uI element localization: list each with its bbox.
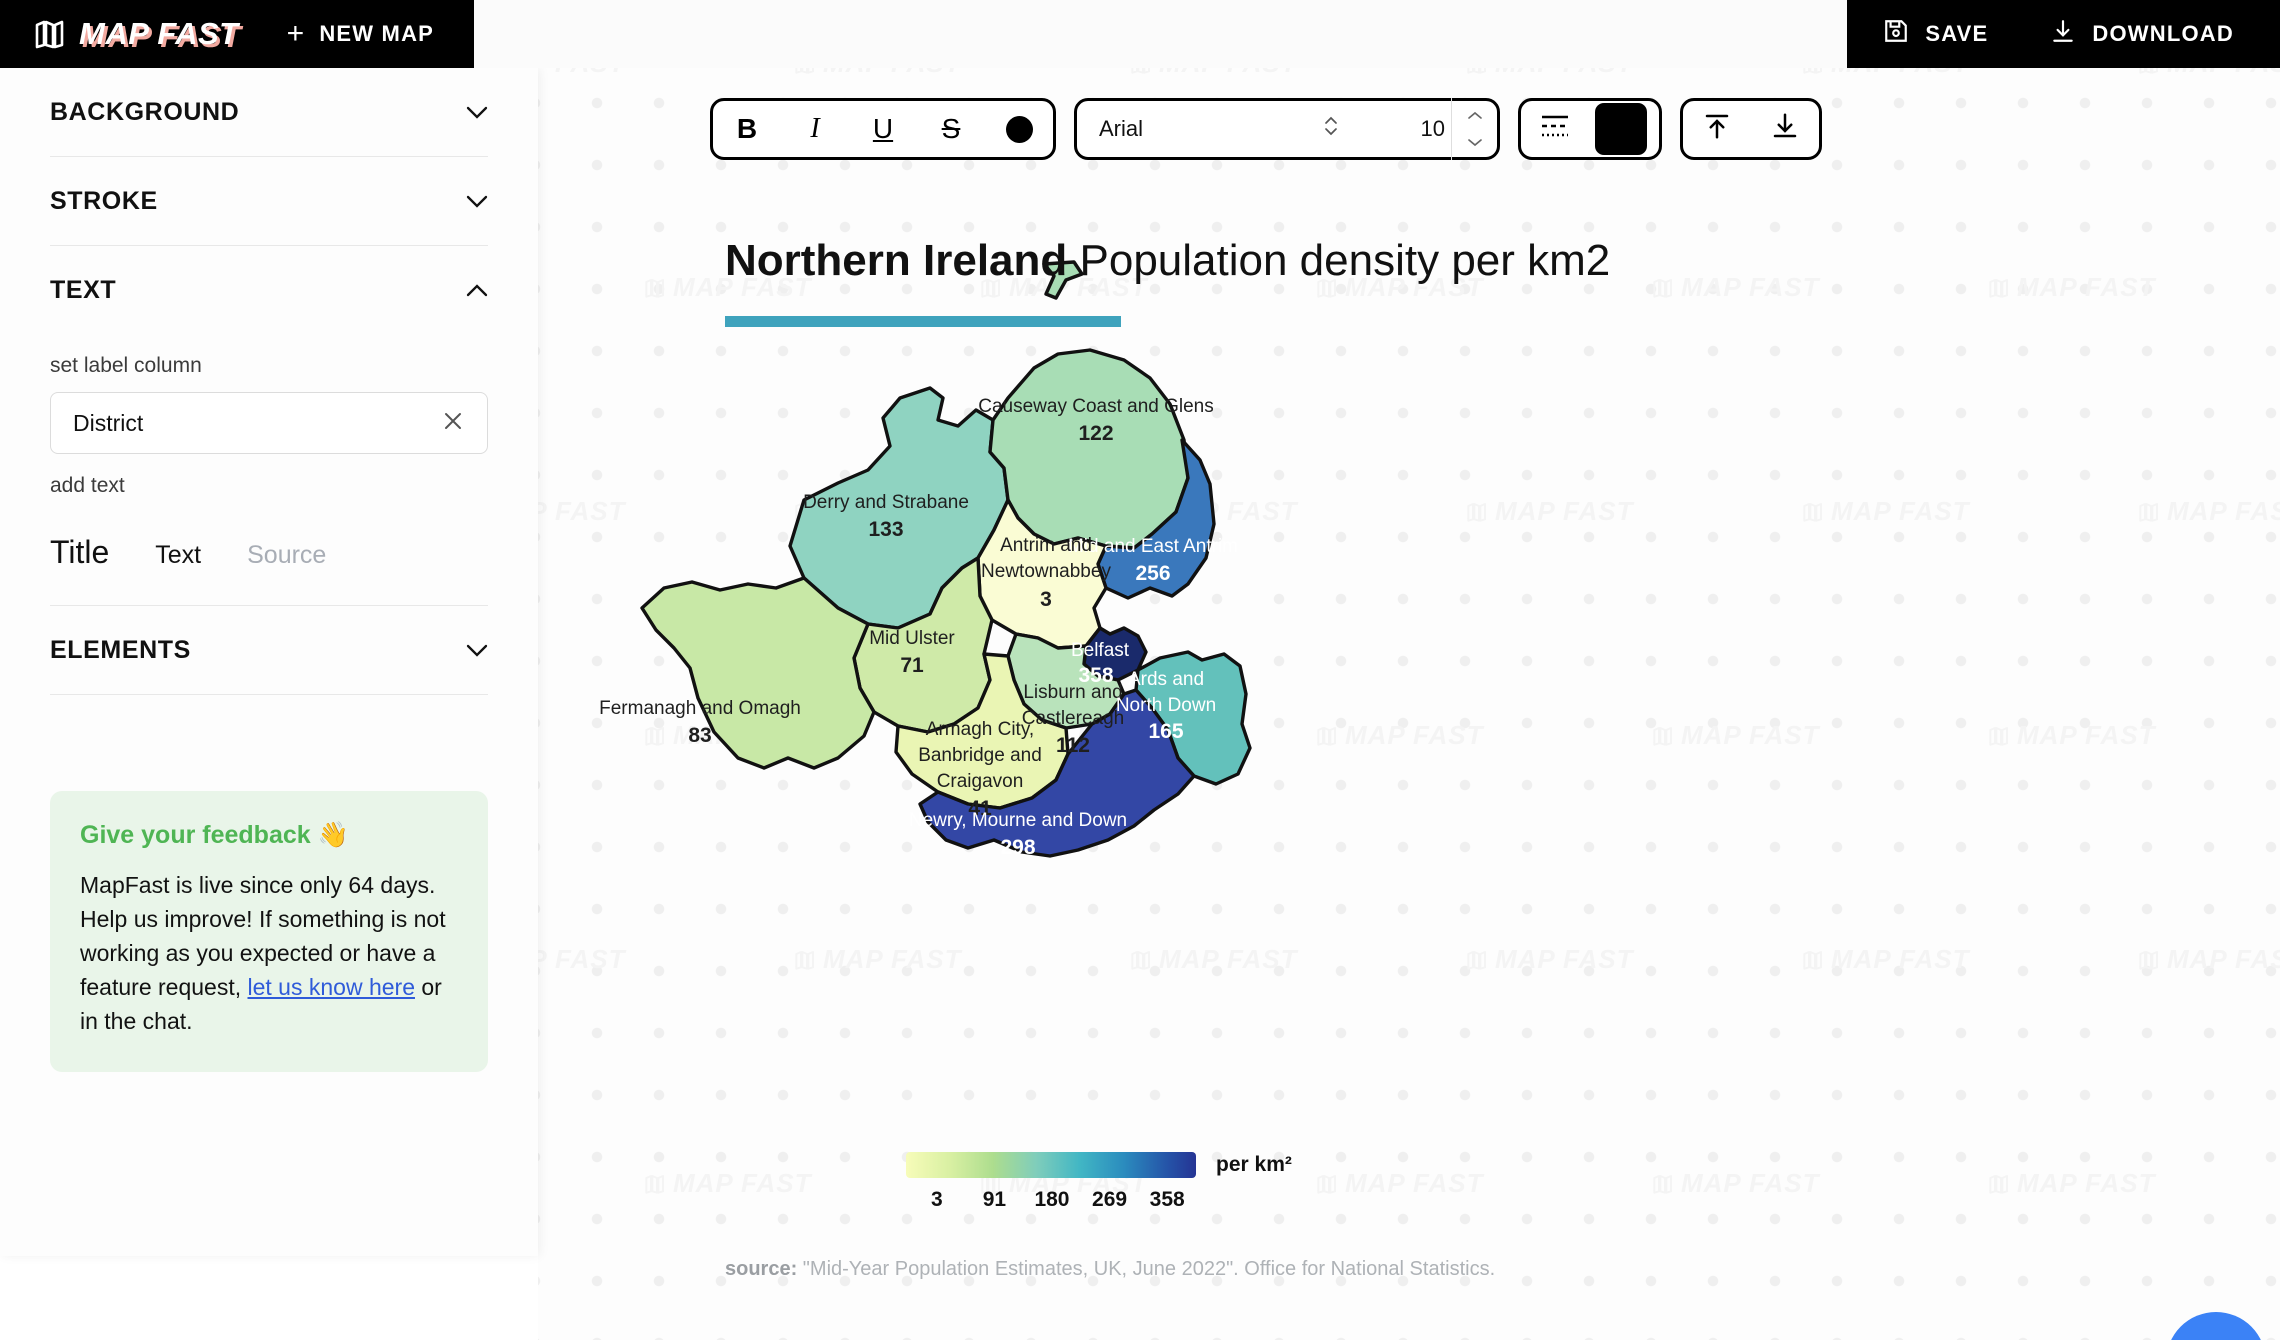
add-source-button: Source [247, 541, 327, 569]
close-icon[interactable] [441, 409, 465, 438]
chevron-up-icon [466, 283, 488, 297]
set-label-column-label: set label column [50, 354, 202, 377]
add-text-button[interactable]: Text [155, 541, 201, 570]
new-map-button[interactable]: + NEW MAP [287, 19, 434, 49]
font-group: Arial 10 [1074, 98, 1500, 160]
feedback-card: Give your feedback 👋 MapFast is live sin… [50, 791, 488, 1073]
text-format-toolbar: B I U S Arial 10 [710, 98, 1822, 160]
text-style-group: B I U S [710, 98, 1056, 160]
map-source-note[interactable]: source: "Mid-Year Population Estimates, … [725, 1258, 1495, 1281]
chevron-down-icon [466, 106, 488, 119]
map-title-underline [725, 316, 1121, 327]
header-spacer [474, 0, 1848, 68]
font-family-select[interactable]: Arial [1077, 115, 1357, 143]
download-icon [2050, 18, 2076, 50]
save-label: SAVE [1925, 21, 1989, 46]
header-left-group: MAP FAST + NEW MAP [0, 0, 475, 68]
logo[interactable]: MAP FAST [34, 16, 239, 52]
line-style-button[interactable] [1521, 98, 1589, 160]
plus-icon: + [286, 17, 306, 50]
section-title: BACKGROUND [50, 97, 240, 126]
feedback-link[interactable]: let us know here [248, 974, 415, 1000]
underline-button[interactable]: U [849, 98, 917, 160]
save-button[interactable]: SAVE [1883, 18, 1988, 50]
map-title-rest: Population density per km2 [1067, 236, 1611, 285]
italic-button[interactable]: I [781, 98, 849, 160]
add-title-button[interactable]: Title [50, 534, 109, 571]
sidebar: BACKGROUND STROKE TEXT set label column … [0, 68, 538, 1256]
text-color-button[interactable] [985, 98, 1053, 160]
app-header: MAP FAST + NEW MAP SAVE DOWNLOAD [0, 0, 2280, 68]
bring-to-front-icon [1702, 111, 1732, 148]
map-logo-icon [34, 19, 66, 49]
strikethrough-button[interactable]: S [917, 98, 985, 160]
font-family-value: Arial [1099, 116, 1144, 141]
section-title: ELEMENTS [50, 635, 191, 664]
label-column-select[interactable]: District [50, 392, 488, 454]
bold-button[interactable]: B [713, 98, 781, 160]
logo-text: MAP FAST [79, 16, 239, 51]
floppy-disk-icon [1883, 18, 1909, 50]
label-column-value: District [73, 409, 144, 436]
legend-gradient-bar [906, 1152, 1196, 1178]
chevron-updown-icon [1323, 115, 1339, 143]
legend-tick: 269 [1092, 1188, 1128, 1211]
legend-ticks: 3 91 180 269 358 [906, 1188, 1196, 1212]
chevron-up-icon [1467, 107, 1483, 125]
source-prefix: source: [725, 1258, 798, 1280]
line-style-icon [1538, 111, 1572, 148]
sidebar-section-background[interactable]: BACKGROUND [50, 68, 488, 156]
chevron-down-icon [466, 644, 488, 657]
legend-tick: 180 [1034, 1188, 1070, 1211]
stroke-fill-group [1518, 98, 1662, 160]
download-label: DOWNLOAD [2092, 21, 2234, 46]
chevron-down-icon [1467, 134, 1483, 152]
legend-tick: 358 [1149, 1188, 1185, 1211]
feedback-heading: Give your feedback 👋 [80, 821, 349, 849]
sidebar-section-stroke[interactable]: STROKE [50, 157, 488, 245]
color-circle-icon [1005, 115, 1033, 143]
header-right-group: SAVE DOWNLOAD [1847, 0, 2280, 68]
send-to-back-button[interactable] [1751, 98, 1819, 160]
chevron-down-icon [466, 195, 488, 208]
download-button[interactable]: DOWNLOAD [2050, 18, 2234, 50]
map-legend: per km² 3 91 180 269 358 [906, 1152, 1292, 1212]
font-size-stepper[interactable] [1451, 98, 1497, 160]
add-text-options: Title Text Source [50, 534, 488, 605]
legend-unit-label: per km² [1216, 1153, 1292, 1176]
add-text-label: add text [50, 474, 125, 497]
divider [50, 694, 488, 695]
arrange-group [1680, 98, 1822, 160]
font-size-input[interactable]: 10 [1357, 116, 1451, 142]
feedback-body: MapFast is live since only 64 days. Help… [80, 868, 458, 1038]
legend-tick: 3 [930, 1188, 943, 1211]
map-title[interactable]: Northern Ireland Population density per … [725, 236, 1610, 286]
fill-color-swatch[interactable] [1595, 103, 1647, 155]
legend-tick: 91 [982, 1188, 1007, 1211]
app-root: MAP FAST + NEW MAP SAVE DOWNLOAD MAP FAS… [0, 0, 2280, 1340]
sidebar-section-text[interactable]: TEXT [50, 246, 488, 334]
send-to-back-icon [1770, 111, 1800, 148]
text-panel-body: set label column District add text Title… [50, 354, 488, 605]
section-title: TEXT [50, 275, 117, 304]
map-title-bold: Northern Ireland [725, 236, 1068, 285]
new-map-label: NEW MAP [319, 21, 435, 46]
sidebar-section-elements[interactable]: ELEMENTS [50, 606, 488, 694]
bring-to-front-button[interactable] [1683, 98, 1751, 160]
section-title: STROKE [50, 186, 158, 215]
source-text: "Mid-Year Population Estimates, UK, June… [797, 1258, 1496, 1280]
